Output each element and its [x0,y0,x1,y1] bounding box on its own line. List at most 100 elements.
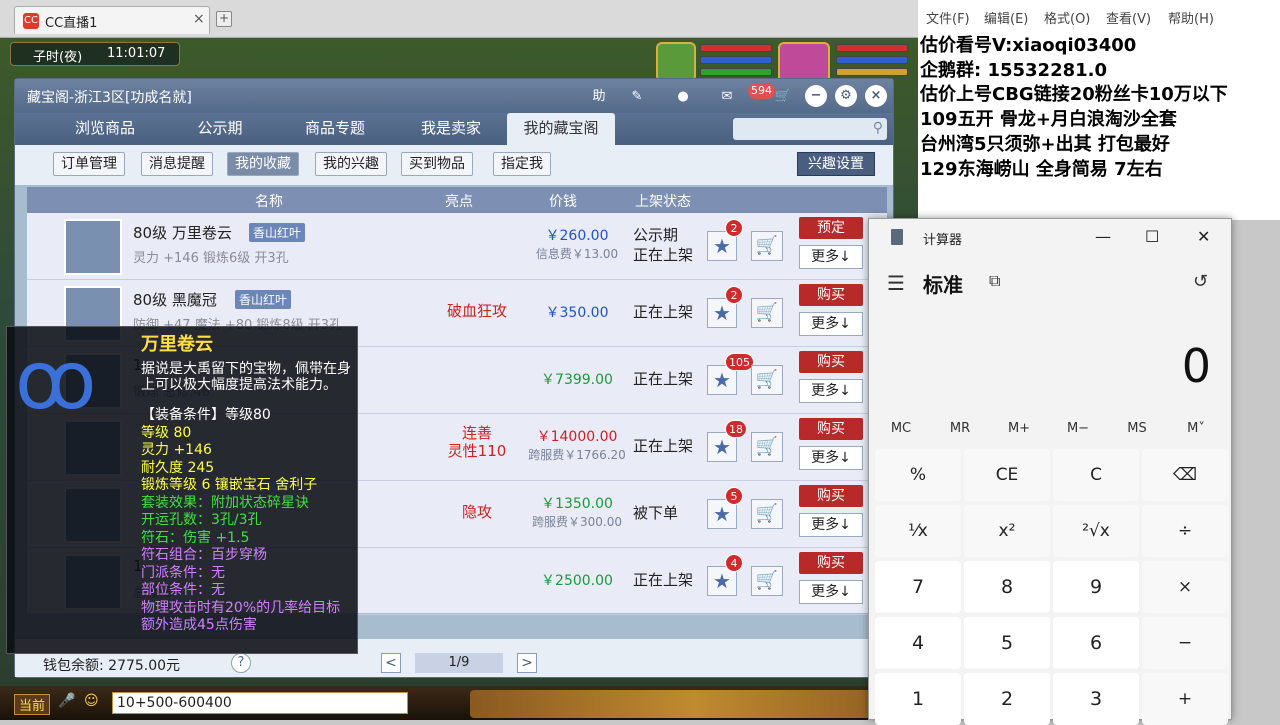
hamburger-menu-icon[interactable]: ☰ [887,271,905,295]
calc-key-12[interactable]: 4 [875,617,961,669]
next-page-button[interactable]: > [517,653,537,673]
add-to-cart-icon[interactable]: 🛒 [751,298,783,328]
menu-file[interactable]: 文件(F) [926,8,970,27]
subtab-notifications[interactable]: 消息提醒 [141,152,213,176]
browser-tab-bar: CC CC直播1 × + [0,0,918,38]
chat-channel-current[interactable]: 当前 [14,694,51,715]
calc-key-19[interactable]: + [1142,673,1228,725]
microphone-icon[interactable]: 🎤 [58,693,75,709]
add-to-cart-icon[interactable]: 🛒 [751,231,783,261]
memory-button-3[interactable]: M− [1050,421,1106,436]
search-input[interactable]: ⚲ [733,118,887,140]
pen-icon[interactable]: ✎ [627,87,647,107]
calc-key-11[interactable]: × [1142,561,1228,613]
subtab-favorites[interactable]: 我的收藏 [227,152,299,176]
calc-key-3[interactable]: ⌫ [1142,449,1228,501]
cart-icon[interactable]: 🛒 [773,87,793,107]
new-tab-button[interactable]: + [216,11,232,27]
maximize-icon[interactable]: ☐ [1145,227,1159,246]
keep-on-top-icon[interactable]: ⧉ [989,271,1000,291]
subtab-orders[interactable]: 订单管理 [53,152,125,176]
buy-button[interactable]: 购买 [799,552,863,574]
reserve-button[interactable]: 预定 [799,217,863,239]
more-button[interactable]: 更多↓ [799,513,863,537]
record-icon[interactable]: ● [673,87,693,107]
prev-page-button[interactable]: < [381,653,401,673]
calc-key-1[interactable]: CE [964,449,1050,501]
tab-seller[interactable]: 我是卖家 [401,113,501,145]
tab-browse[interactable]: 浏览商品 [55,113,155,145]
pet-portrait[interactable] [656,42,696,82]
tab-topics[interactable]: 商品专题 [285,113,385,145]
help-button[interactable]: 助 [589,87,609,107]
add-to-cart-icon[interactable]: 🛒 [751,566,783,596]
calc-key-17[interactable]: 2 [964,673,1050,725]
message-icon[interactable]: ✉ [717,87,737,107]
memory-button-1[interactable]: MR [932,421,988,436]
buy-button[interactable]: 购买 [799,284,863,306]
more-button[interactable]: 更多↓ [799,446,863,470]
menu-view[interactable]: 查看(V) [1106,8,1151,27]
settings-gear-icon[interactable]: ⚙ [835,85,857,107]
favorite-count-badge: 5 [725,487,743,505]
more-button[interactable]: 更多↓ [799,245,863,269]
close-icon[interactable]: × [865,85,887,107]
memory-button-2[interactable]: M+ [991,421,1047,436]
note-line: 估价看号V:xiaoqi03400 [920,35,1137,56]
favorite-count-badge: 18 [725,420,747,438]
close-tab-icon[interactable]: × [193,11,205,27]
more-button[interactable]: 更多↓ [799,379,863,403]
calc-key-7[interactable]: ÷ [1142,505,1228,557]
buy-button[interactable]: 购买 [799,418,863,440]
browser-tab[interactable]: CC CC直播1 × [14,6,210,34]
chat-input[interactable]: 10+500-600400 [112,692,408,714]
memory-button-5[interactable]: M˅ [1168,421,1224,436]
subtab-assigned[interactable]: 指定我 [493,152,551,176]
calc-key-13[interactable]: 5 [964,617,1050,669]
subtab-interests[interactable]: 我的兴趣 [315,152,387,176]
subtab-purchased[interactable]: 买到物品 [401,152,473,176]
calc-key-14[interactable]: 6 [1053,617,1139,669]
calc-key-10[interactable]: 9 [1053,561,1139,613]
add-to-cart-icon[interactable]: 🛒 [751,499,783,529]
calc-key-0[interactable]: % [875,449,961,501]
minimize-icon[interactable]: − [805,85,827,107]
skill-shortcut-bar[interactable] [470,690,918,718]
search-icon[interactable]: ⚲ [873,120,883,136]
table-row[interactable]: 80级 万里卷云 香山红叶 灵力 +146 锻炼6级 开3孔 ￥260.00 信息费￥1… [27,213,887,280]
memory-button-0[interactable]: MC [873,421,929,436]
minimize-icon[interactable]: — [1095,227,1111,246]
calc-key-9[interactable]: 8 [964,561,1050,613]
calc-key-15[interactable]: − [1142,617,1228,669]
calc-key-6[interactable]: ²√x [1053,505,1139,557]
more-button[interactable]: 更多↓ [799,580,863,604]
col-status: 上架状态 [635,194,691,210]
buy-button[interactable]: 购买 [799,351,863,373]
calculator-title: 计算器 [923,233,963,248]
calc-key-16[interactable]: 1 [875,673,961,725]
emoji-icon[interactable]: ☺ [84,693,99,709]
tab-public-period[interactable]: 公示期 [175,113,265,145]
menu-edit[interactable]: 编辑(E) [984,8,1028,27]
close-icon[interactable]: ✕ [1197,227,1210,246]
more-button[interactable]: 更多↓ [799,312,863,336]
menu-format[interactable]: 格式(O) [1044,8,1090,27]
interest-settings-button[interactable]: 兴趣设置 [797,152,875,176]
help-icon[interactable]: ? [231,653,251,673]
tab-my-cbg[interactable]: 我的藏宝阁 [507,113,615,145]
calc-key-5[interactable]: x² [964,505,1050,557]
item-name[interactable]: 80级 万里卷云 [133,222,232,243]
memory-button-4[interactable]: MS [1109,421,1165,436]
add-to-cart-icon[interactable]: 🛒 [751,432,783,462]
calc-key-18[interactable]: 3 [1053,673,1139,725]
calc-key-4[interactable]: ¹⁄x [875,505,961,557]
cbg-titlebar: 藏宝阁-浙江3区[功成名就] 助 ✎ ● ✉ 594 🛒 − ⚙ × [15,79,893,113]
item-name[interactable]: 80级 黑魔冠 [133,289,217,310]
item-image[interactable] [64,219,122,275]
menu-help[interactable]: 帮助(H) [1168,8,1214,27]
buy-button[interactable]: 购买 [799,485,863,507]
calc-key-2[interactable]: C [1053,449,1139,501]
calc-key-8[interactable]: 7 [875,561,961,613]
add-to-cart-icon[interactable]: 🛒 [751,365,783,395]
history-icon[interactable]: ↺ [1193,271,1208,292]
